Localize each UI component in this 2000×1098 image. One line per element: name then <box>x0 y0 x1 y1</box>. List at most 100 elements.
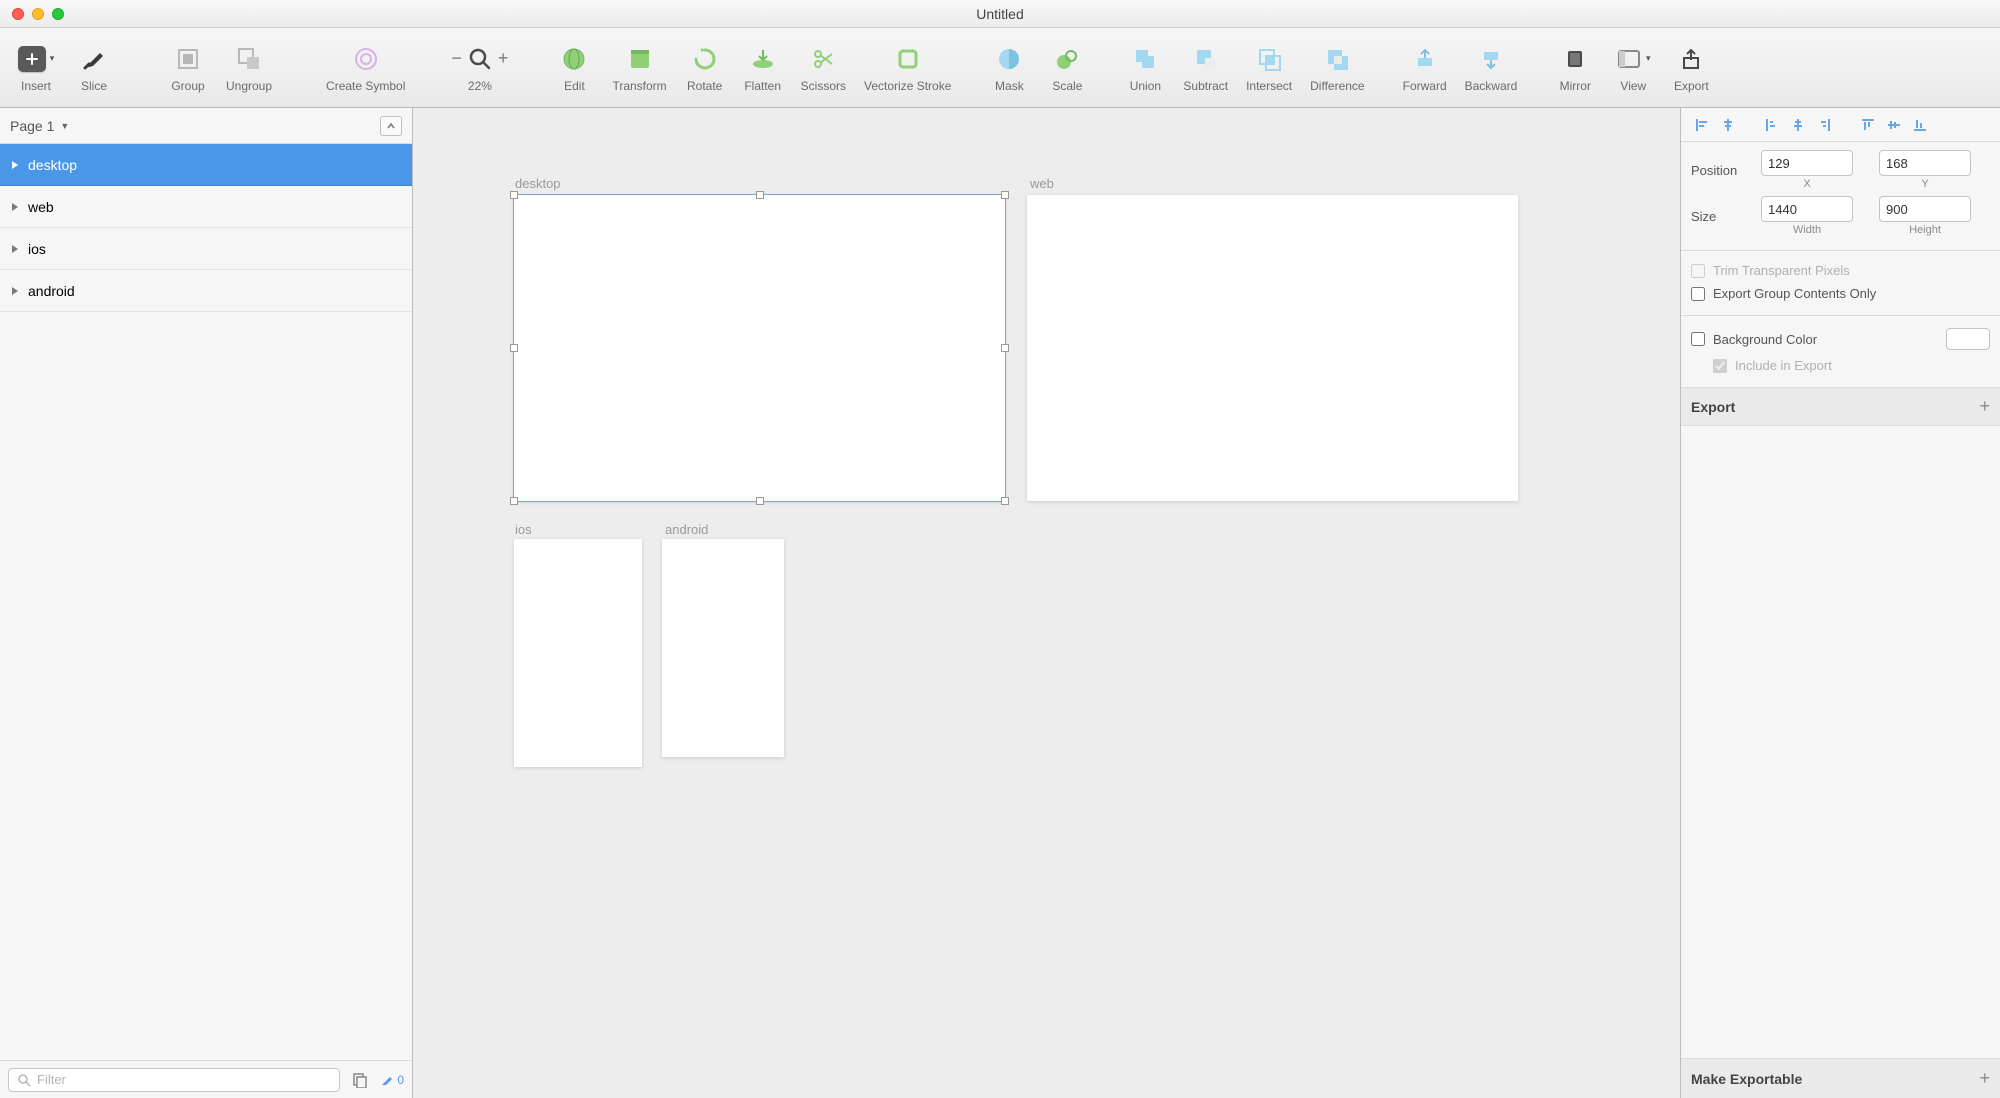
artboard-android[interactable] <box>662 539 784 757</box>
backward-button[interactable]: Backward <box>1457 39 1526 97</box>
artboard-desktop[interactable] <box>514 195 1005 501</box>
flatten-button[interactable]: Flatten <box>735 39 791 97</box>
symbol-icon <box>346 43 386 75</box>
ungroup-button[interactable]: Ungroup <box>218 39 280 97</box>
insert-button[interactable]: ▾ Insert <box>8 39 64 97</box>
selection-handle[interactable] <box>1001 497 1009 505</box>
selection-handle[interactable] <box>510 344 518 352</box>
scissors-button[interactable]: Scissors <box>793 39 854 97</box>
selection-handle[interactable] <box>756 497 764 505</box>
size-height-input[interactable] <box>1879 196 1971 222</box>
artboard-label-web[interactable]: web <box>1030 176 1054 191</box>
align-bottom-button[interactable] <box>1909 114 1931 136</box>
rotate-button[interactable]: Rotate <box>677 39 733 97</box>
artboard-label-android[interactable]: android <box>665 522 708 537</box>
export-button[interactable]: Export <box>1663 39 1719 97</box>
edit-button[interactable]: Edit <box>546 39 602 97</box>
group-button[interactable]: Group <box>160 39 216 97</box>
add-exportable-button[interactable]: + <box>1979 1068 1990 1089</box>
transform-button[interactable]: Transform <box>604 39 674 97</box>
align-center-h-button[interactable] <box>1717 114 1739 136</box>
position-x-input[interactable] <box>1761 150 1853 176</box>
export-group-checkbox[interactable]: Export Group Contents Only <box>1691 282 1990 305</box>
artboard-ios[interactable] <box>514 539 642 767</box>
slice-button[interactable]: Slice <box>66 39 122 97</box>
selection-handle[interactable] <box>1001 191 1009 199</box>
difference-button[interactable]: Difference <box>1302 39 1372 97</box>
layer-name: web <box>28 199 54 215</box>
subtract-label: Subtract <box>1183 79 1228 93</box>
zoom-percentage: 22% <box>468 79 492 93</box>
scale-button[interactable]: Scale <box>1039 39 1095 97</box>
create-symbol-button[interactable]: Create Symbol <box>318 39 413 97</box>
window-zoom-button[interactable] <box>52 8 64 20</box>
view-button[interactable]: ▾ View <box>1605 39 1661 97</box>
width-sublabel: Width <box>1793 224 1821 236</box>
union-button[interactable]: Union <box>1117 39 1173 97</box>
include-in-export-checkbox[interactable]: Include in Export <box>1691 354 1990 377</box>
selection-handle[interactable] <box>510 191 518 199</box>
pages-dropdown[interactable]: Page 1 ▼ <box>0 108 412 144</box>
background-color-swatch[interactable] <box>1946 328 1990 350</box>
forward-label: Forward <box>1403 79 1447 93</box>
selection-handle[interactable] <box>1001 344 1009 352</box>
mirror-button[interactable]: Mirror <box>1547 39 1603 97</box>
layer-row-desktop[interactable]: desktop <box>0 144 412 186</box>
distribute-center-h-button[interactable] <box>1787 114 1809 136</box>
zoom-out-button[interactable]: − <box>451 48 462 69</box>
vectorize-stroke-button[interactable]: Vectorize Stroke <box>856 39 959 97</box>
artboard-web[interactable] <box>1027 195 1518 501</box>
layer-filter-input[interactable] <box>8 1068 340 1092</box>
subtract-button[interactable]: Subtract <box>1175 39 1236 97</box>
vectorize-label: Vectorize Stroke <box>864 79 951 93</box>
pages-collapse-button[interactable] <box>380 116 402 136</box>
size-width-input[interactable] <box>1761 196 1853 222</box>
forward-button[interactable]: Forward <box>1395 39 1455 97</box>
backward-icon <box>1471 43 1511 75</box>
layer-row-web[interactable]: web <box>0 186 412 228</box>
disclosure-triangle-icon[interactable] <box>10 202 20 212</box>
layer-row-android[interactable]: android <box>0 270 412 312</box>
pages-filter-button[interactable] <box>352 1072 368 1088</box>
align-top-button[interactable] <box>1857 114 1879 136</box>
background-color-checkbox[interactable]: Background Color <box>1691 324 1990 354</box>
distribute-right-button[interactable] <box>1813 114 1835 136</box>
window-title: Untitled <box>0 6 2000 22</box>
align-middle-button[interactable] <box>1883 114 1905 136</box>
align-left-button[interactable] <box>1691 114 1713 136</box>
export-section-header: Export + <box>1681 388 2000 426</box>
layer-row-ios[interactable]: ios <box>0 228 412 270</box>
window-minimize-button[interactable] <box>32 8 44 20</box>
selection-handle[interactable] <box>510 497 518 505</box>
ungroup-label: Ungroup <box>226 79 272 93</box>
add-export-button[interactable]: + <box>1979 396 1990 417</box>
slice-label: Slice <box>81 79 107 93</box>
create-symbol-label: Create Symbol <box>326 79 405 93</box>
edit-label: Edit <box>564 79 585 93</box>
selection-handle[interactable] <box>756 191 764 199</box>
vectorize-icon <box>888 43 928 75</box>
knife-icon <box>74 43 114 75</box>
trim-checkbox[interactable]: Trim Transparent Pixels <box>1691 259 1990 282</box>
mask-button[interactable]: Mask <box>981 39 1037 97</box>
y-sublabel: Y <box>1921 178 1928 190</box>
position-y-input[interactable] <box>1879 150 1971 176</box>
scissors-icon <box>803 43 843 75</box>
window-close-button[interactable] <box>12 8 24 20</box>
magnifier-icon[interactable] <box>468 47 492 71</box>
artboard-label-desktop[interactable]: desktop <box>515 176 561 191</box>
canvas[interactable]: desktop web ios android <box>413 108 1680 1098</box>
flatten-label: Flatten <box>744 79 781 93</box>
plus-icon <box>18 46 46 72</box>
intersect-button[interactable]: Intersect <box>1238 39 1300 97</box>
distribute-left-button[interactable] <box>1761 114 1783 136</box>
disclosure-triangle-icon[interactable] <box>10 244 20 254</box>
layer-list: desktop web iosandroid <box>0 144 412 1060</box>
zoom-in-button[interactable]: + <box>498 48 509 69</box>
include-export-label: Include in Export <box>1735 358 1832 373</box>
slices-filter-button[interactable]: 0 <box>380 1073 404 1087</box>
disclosure-triangle-icon[interactable] <box>10 286 20 296</box>
filter-text-field[interactable] <box>37 1072 331 1087</box>
disclosure-triangle-icon[interactable] <box>10 160 20 170</box>
artboard-label-ios[interactable]: ios <box>515 522 532 537</box>
